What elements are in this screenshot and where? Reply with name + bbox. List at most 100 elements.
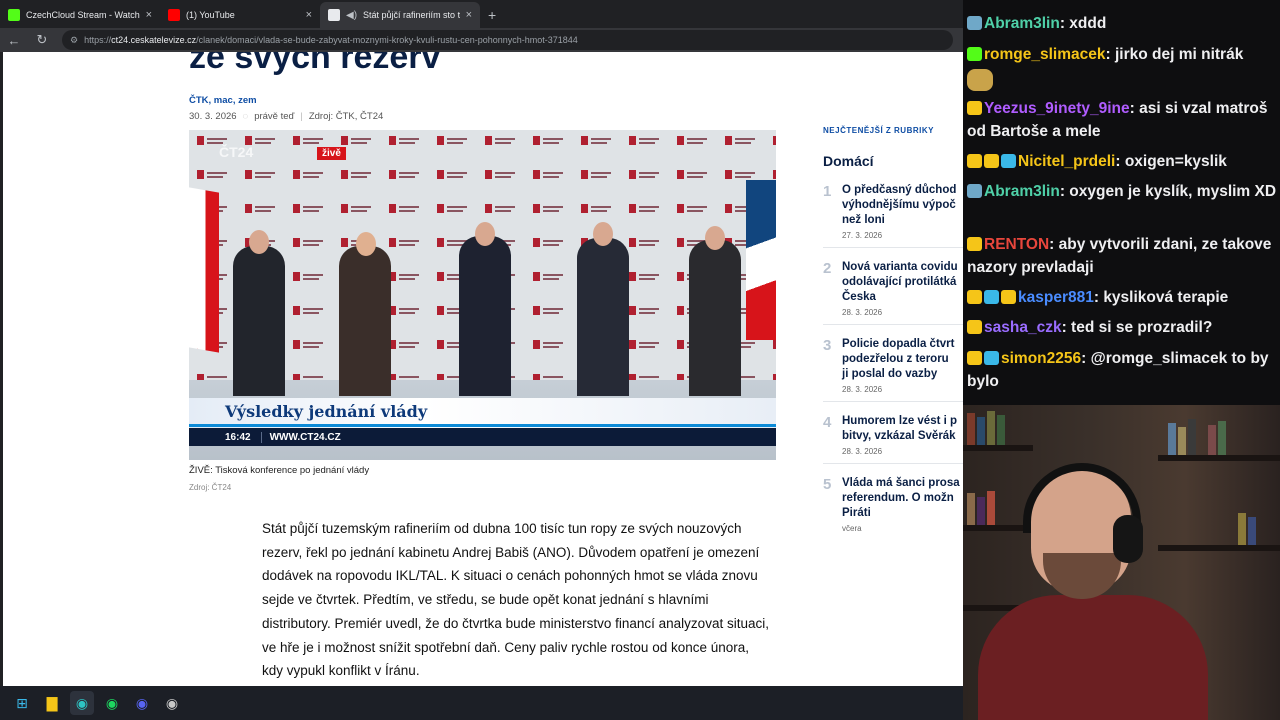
chat-username[interactable]: kasper881 [1018,289,1094,306]
chat-username[interactable]: Yeezus_9inety_9ine [984,100,1130,117]
rank-number: 4 [823,414,832,431]
stream-chat: Abram3lin: xddd romge_slimacek: jirko de… [963,0,1280,405]
article-headline: ze svých rezerv [189,52,441,76]
speaker-icon[interactable]: ◀) [346,10,357,21]
obs-icon[interactable]: ◉ [160,691,184,715]
back-arrow-icon[interactable]: ← [6,33,22,48]
sidebar-item-title[interactable]: Nová varianta covidu odolávající protilá… [842,260,962,305]
chat-message: simon2256: @romge_slimacek to by bylo [967,350,1269,390]
chat-username[interactable]: romge_slimacek [984,46,1106,63]
book [987,491,995,525]
edge-browser-icon[interactable]: ◉ [70,691,94,715]
diamond-badge-icon [1001,154,1016,168]
sidebar-item-title[interactable]: Humorem lze vést i p bitvy, vzkázal Svěr… [842,414,962,444]
crown-badge-icon [967,290,982,304]
headset-earcup [1113,515,1143,563]
book [1218,421,1226,455]
article-source: Zdroj: ČTK, ČT24 [308,111,384,122]
youtube-icon [168,9,180,21]
streamer-beard [1043,553,1121,599]
chat-username[interactable]: Nicitel_prdeli [1018,153,1115,170]
chat-message: sasha_czk: ted si se prozradil? [967,317,1277,340]
web-page: ze svých rezerv ČTK, mac, zem 30. 3. 202… [3,52,963,686]
close-tab-icon[interactable]: × [146,9,152,21]
article-date: 30. 3. 2026 [189,111,237,122]
address-bar[interactable]: ⚙ https://ct24.ceskatelevize.cz/clanek/d… [62,30,953,50]
plus-icon: + [488,7,497,23]
chat-message: Nicitel_prdeli: oxigen=kyslik [967,151,1277,174]
chat-text: kysliková terapie [1103,289,1229,306]
divider [823,324,963,325]
streamer-webcam [963,405,1280,720]
lower-third-title: Výsledky jednání vlády [225,402,428,421]
speaker-figure [459,236,511,396]
sidebar-item-1[interactable]: 1 O předčasný důchod výhodnějšímu výpoč … [823,183,963,243]
chat-message: Abram3lin: xddd [967,13,1277,36]
chat-text: xddd [1069,15,1107,32]
ct24-icon [328,9,340,21]
chat-message: Yeezus_9inety_9ine: asi si vzal matroš o… [967,100,1268,140]
gift-badge-icon [967,101,982,115]
sidebar-item-2[interactable]: 2 Nová varianta covidu odolávající proti… [823,260,963,320]
ticker-bar: 16:42 WWW.CT24.CZ [189,428,776,446]
article-authors[interactable]: ČTK, mac, zem [189,95,257,106]
rank-number: 2 [823,260,832,277]
browser-toolbar: ← ↻ ⚙ https://ct24.ceskatelevize.cz/clan… [0,28,963,52]
chat-username[interactable]: RENTON [984,236,1049,253]
sidebar-label: NEJČTENĚJŠÍ Z RUBRIKY [823,126,934,135]
emote-icon [967,68,993,91]
book [1188,419,1196,455]
close-tab-icon[interactable]: × [306,9,312,21]
sidebar-item-title[interactable]: Policie dopadla čtvrt podezřelou z teror… [842,337,962,382]
book [977,497,985,525]
rank-number: 3 [823,337,832,354]
book [1238,513,1246,545]
file-explorer-icon[interactable]: ▇ [40,691,64,715]
chat-username[interactable]: Abram3lin [984,183,1060,200]
book [967,493,975,525]
chat-username[interactable]: Abram3lin [984,15,1060,32]
sidebar-item-title[interactable]: O předčasný důchod výhodnějšímu výpoč ne… [842,183,962,228]
gift-badge-icon [1001,290,1016,304]
speaker-figure [233,246,285,396]
discord-icon[interactable]: ◉ [130,691,154,715]
spotify-icon[interactable]: ◉ [100,691,124,715]
speaker-head [249,230,269,254]
sidebar-title[interactable]: Domácí [823,153,874,169]
chat-username[interactable]: simon2256 [1001,350,1081,367]
czech-flag [746,180,776,340]
tier-badge-icon [984,290,999,304]
book [1248,517,1256,545]
ticker-accent [189,424,776,427]
book [1168,423,1176,455]
crown-badge-icon [967,154,982,168]
broadcast-time: 16:42 [225,431,251,443]
chat-text: oxigen=kyslik [1124,153,1227,170]
chat-text: oxygen je kyslík, myslim XD [1069,183,1277,200]
speaker-figure [339,246,391,396]
windows-start-icon[interactable]: ⊞ [10,691,34,715]
rank-number: 1 [823,183,832,200]
reload-icon[interactable]: ↻ [34,32,50,48]
chat-text: ted si se prozradil? [1071,319,1213,336]
close-tab-icon[interactable]: × [466,9,472,21]
live-video-player[interactable]: ČT24 živě Výsledky jednání vlády 16:42 W… [189,130,776,460]
new-tab-button[interactable]: + [480,2,504,28]
clock-icon: ◌ [242,111,249,122]
sidebar-item-3[interactable]: 3 Policie dopadla čtvrt podezřelou z ter… [823,337,963,397]
gift-badge-icon [984,154,999,168]
tab-ct24[interactable]: ◀) Stát půjčí rafineriím sto tisíc × [320,2,480,28]
tab-czechcloud[interactable]: CzechCloud Stream - Watch Live o × [0,2,160,28]
sidebar-item-title[interactable]: Vláda má šanci prosa referendum. O možn … [842,476,962,521]
sidebar-item-4[interactable]: 4 Humorem lze vést i p bitvy, vzkázal Sv… [823,414,963,459]
chat-message: Abram3lin: oxygen je kyslík, myslim XD [967,181,1277,204]
site-info-icon[interactable]: ⚙ [70,35,78,46]
divider [823,463,963,464]
chat-username[interactable]: sasha_czk [984,319,1062,336]
chat-message: kasper881: kysliková terapie [967,287,1277,310]
tab-youtube[interactable]: (1) YouTube × [160,2,320,28]
book [1208,425,1216,455]
sidebar-item-5[interactable]: 5 Vláda má šanci prosa referendum. O mož… [823,476,963,536]
streamer-torso [978,595,1208,720]
bookshelf [1158,545,1280,551]
